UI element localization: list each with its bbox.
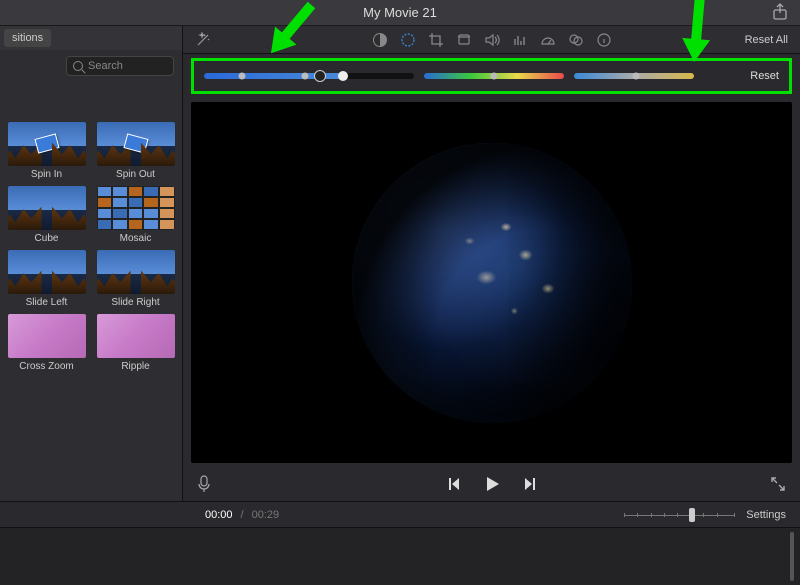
tab-transitions[interactable]: sitions	[4, 29, 51, 47]
search-placeholder: Search	[88, 60, 123, 72]
transition-thumbnail	[97, 250, 175, 294]
transition-thumbnail	[8, 314, 86, 358]
fullscreen-icon[interactable]	[770, 476, 786, 492]
transition-thumbnail	[97, 314, 175, 358]
transition-spin-in[interactable]: Spin In	[6, 122, 87, 180]
play-button[interactable]	[481, 473, 503, 495]
transition-slide-left[interactable]: Slide Left	[6, 250, 87, 308]
search-input[interactable]: Search	[66, 56, 174, 76]
transition-thumbnail	[8, 186, 86, 230]
share-icon[interactable]	[772, 3, 788, 21]
transition-thumbnail	[97, 122, 175, 166]
volume-icon[interactable]	[484, 32, 500, 48]
stabilize-icon[interactable]	[456, 32, 472, 48]
speed-icon[interactable]	[540, 32, 556, 48]
next-frame-button[interactable]	[521, 475, 539, 493]
preview-pane: Reset All Reset	[183, 26, 800, 501]
playhead-time: 00:00	[205, 509, 233, 521]
transition-slide-right[interactable]: Slide Right	[95, 250, 176, 308]
project-title: My Movie 21	[363, 5, 437, 20]
video-viewer[interactable]	[191, 102, 792, 463]
transition-mosaic[interactable]: Mosaic	[95, 186, 176, 244]
transitions-grid: Spin In Spin Out Cube Mosaic Slide Left Slide…	[0, 82, 182, 378]
transition-label: Ripple	[121, 361, 149, 372]
color-balance-icon[interactable]	[372, 32, 388, 48]
transition-label: Spin Out	[116, 169, 155, 180]
timeline-scrollbar[interactable]	[790, 532, 794, 581]
voiceover-icon[interactable]	[197, 475, 211, 493]
clip-duration: 00:29	[252, 509, 280, 521]
transition-label: Slide Right	[111, 297, 159, 308]
video-frame-earth	[352, 143, 632, 423]
transition-label: Mosaic	[120, 233, 152, 244]
transition-thumbnail	[8, 122, 86, 166]
crop-icon[interactable]	[428, 32, 444, 48]
reset-all-button[interactable]: Reset All	[745, 34, 788, 46]
color-correction-panel: Reset	[191, 58, 792, 94]
transition-thumbnail	[8, 250, 86, 294]
transition-ripple[interactable]: Ripple	[95, 314, 176, 372]
equalizer-icon[interactable]	[512, 32, 528, 48]
timeline[interactable]	[0, 527, 800, 585]
transition-cube[interactable]: Cube	[6, 186, 87, 244]
info-icon[interactable]	[596, 32, 612, 48]
transition-cross-zoom[interactable]: Cross Zoom	[6, 314, 87, 372]
transition-label: Spin In	[31, 169, 62, 180]
exposure-slider[interactable]	[204, 73, 414, 79]
sidebar: sitions Search Spin In Spin Out Cube Mosaic…	[0, 26, 183, 501]
transition-spin-out[interactable]: Spin Out	[95, 122, 176, 180]
titlebar: My Movie 21	[0, 0, 800, 26]
timeline-zoom-slider[interactable]	[624, 512, 734, 518]
reset-button[interactable]: Reset	[750, 70, 779, 82]
prev-frame-button[interactable]	[445, 475, 463, 493]
playback-controls	[183, 467, 800, 501]
saturation-slider[interactable]	[424, 73, 564, 79]
settings-button[interactable]: Settings	[746, 509, 786, 521]
timeline-header: 00:00 / 00:29 Settings	[0, 501, 800, 527]
magic-wand-icon[interactable]	[195, 32, 211, 48]
sidebar-tabs: sitions	[0, 26, 182, 50]
search-icon	[73, 61, 83, 71]
temperature-slider[interactable]	[574, 73, 694, 79]
time-separator: /	[241, 509, 244, 521]
adjust-toolbar: Reset All	[183, 26, 800, 54]
transition-label: Cross Zoom	[19, 361, 73, 372]
transition-label: Cube	[35, 233, 59, 244]
color-wheel-icon[interactable]	[400, 32, 416, 48]
filters-icon[interactable]	[568, 32, 584, 48]
transition-label: Slide Left	[26, 297, 68, 308]
transition-thumbnail	[97, 186, 175, 230]
